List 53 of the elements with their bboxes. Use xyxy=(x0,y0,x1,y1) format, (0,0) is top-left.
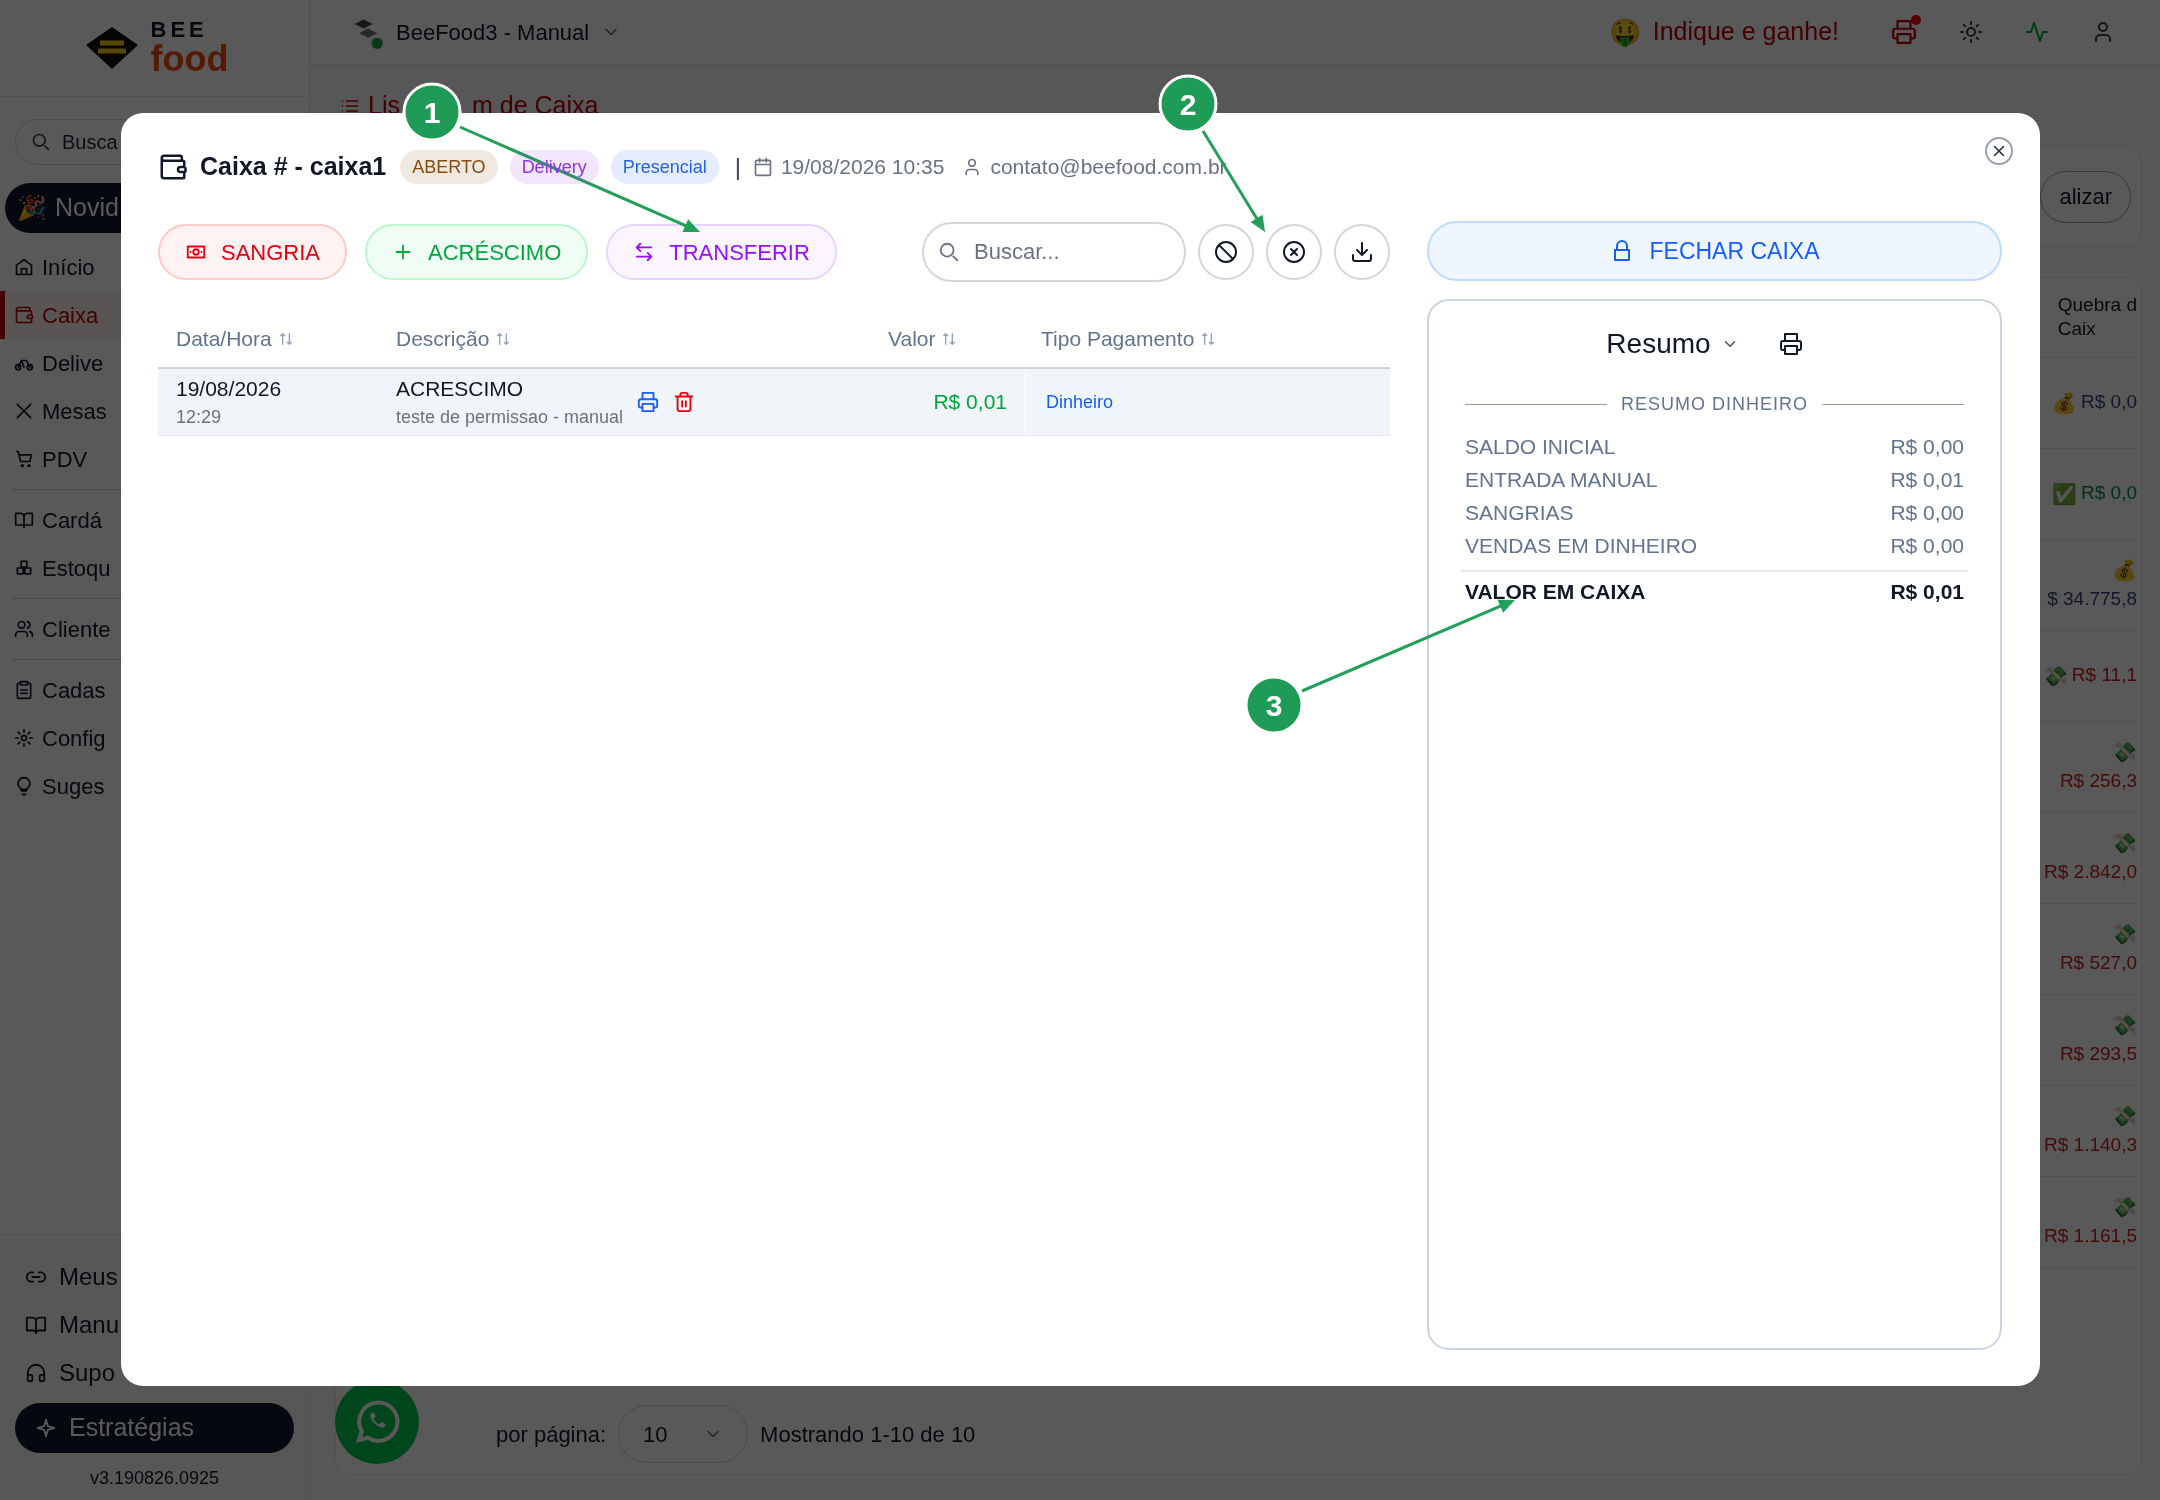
money-face-emoji: 🤑 xyxy=(1608,15,1641,49)
version-text: v3.190826.0925 xyxy=(88,1467,221,1490)
table-cell-text: R$ 0,0 xyxy=(2081,481,2137,506)
user-email: contato@beefood.com.br xyxy=(990,154,1227,181)
table-cell-text: R$ 2.842,0 xyxy=(2044,860,2137,885)
status-emoji: 💰 xyxy=(2052,390,2077,417)
table-cell-text: R$ 527,0 xyxy=(2059,951,2137,976)
status-emoji: 💸 xyxy=(2042,663,2068,689)
status-badge: ABERTO xyxy=(400,150,498,184)
summary-total-value: R$ 0,01 xyxy=(1890,579,1964,606)
pagination-text: Mostrando 1-10 de 10 xyxy=(760,1420,976,1449)
section-heading: RESUMO DINHEIRO xyxy=(1621,393,1808,416)
summary-label: VENDAS EM DINHEIRO xyxy=(1465,532,1698,559)
description-text: ACRESCIMO xyxy=(396,375,525,402)
summary-value: R$ 0,01 xyxy=(1890,466,1964,493)
time-text: 12:29 xyxy=(176,406,223,430)
status-emoji: 💸 xyxy=(2112,1104,2137,1130)
summary-label: SANGRIAS xyxy=(1465,499,1574,526)
status-badge: Presencial xyxy=(610,150,719,184)
table-cell-text: R$ 293,5 xyxy=(2059,1042,2137,1067)
summary-label: SALDO INICIAL xyxy=(1465,433,1616,460)
date-text: 19/08/2026 xyxy=(176,375,283,402)
status-emoji: 💰 xyxy=(2112,558,2137,584)
summary-value: R$ 0,00 xyxy=(1890,499,1964,526)
party-emoji: 🎉 xyxy=(17,193,47,223)
per-page-label: por página: xyxy=(496,1420,607,1449)
logo-text: BEE xyxy=(150,19,209,41)
annotation-marker: 2 xyxy=(1158,74,1218,134)
status-emoji: 💸 xyxy=(2112,922,2137,948)
table-cell-text: R$ 256,3 xyxy=(2059,769,2137,794)
annotation-marker: 3 xyxy=(1244,675,1304,735)
table-cell-text: $ 34.775,8 xyxy=(2047,587,2137,612)
payment-badge: Dinheiro xyxy=(1036,386,1124,418)
note-text: teste de permissao - manual xyxy=(396,406,624,430)
status-emoji: 💸 xyxy=(2112,1013,2137,1039)
modal-title: Caixa # - caixa1 xyxy=(200,151,387,183)
summary-total-label: VALOR EM CAIXA xyxy=(1465,579,1646,606)
annotation-marker: 1 xyxy=(402,82,462,142)
opened-at-text: 19/08/2026 10:35 xyxy=(780,154,945,181)
table-cell-text: R$ 0,0 xyxy=(2081,390,2137,415)
status-emoji: 💸 xyxy=(2112,1195,2137,1221)
table-cell-text: R$ 1.161,5 xyxy=(2044,1224,2137,1249)
summary-label: ENTRADA MANUAL xyxy=(1465,466,1658,493)
status-emoji: ✅ xyxy=(2052,481,2077,507)
value-text: R$ 0,01 xyxy=(933,389,1007,416)
table-cell-text: R$ 11,1 xyxy=(2071,663,2137,688)
summary-value: R$ 0,00 xyxy=(1890,433,1964,460)
table-cell-text: R$ 1.140,3 xyxy=(2044,1133,2137,1158)
separator-text: | xyxy=(734,152,741,182)
summary-value: R$ 0,00 xyxy=(1890,532,1964,559)
logo-text: food xyxy=(150,41,229,77)
status-emoji: 💸 xyxy=(2112,831,2137,857)
status-emoji: 💸 xyxy=(2112,740,2137,766)
